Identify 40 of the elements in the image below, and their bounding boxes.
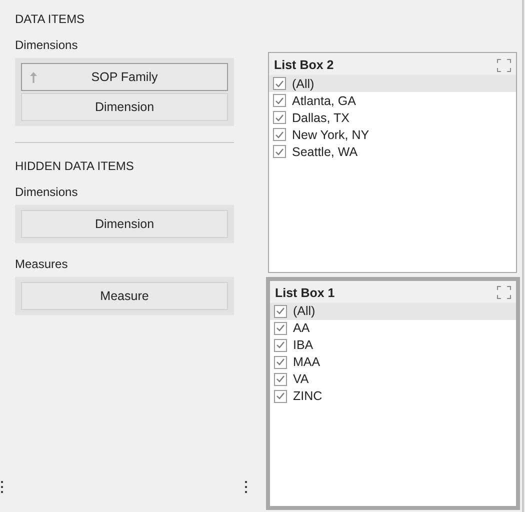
list-item[interactable]: (All) [270, 302, 516, 320]
checkbox[interactable] [274, 390, 287, 403]
data-item-button[interactable]: Dimension [21, 93, 228, 121]
expand-icon[interactable] [497, 286, 511, 300]
checkbox[interactable] [274, 356, 287, 369]
drag-handle-icon[interactable] [1, 481, 4, 494]
expand-icon[interactable] [497, 58, 511, 72]
list-item[interactable]: VA [270, 370, 516, 388]
list-item[interactable]: New York, NY [269, 126, 516, 143]
checkbox[interactable] [274, 322, 287, 335]
group-label: Measures [15, 257, 69, 271]
checkbox[interactable] [274, 372, 287, 386]
section-heading: DATA ITEMS [15, 12, 86, 26]
list-item[interactable]: Dallas, TX [269, 109, 516, 126]
list-box-title: List Box 2 [274, 58, 334, 72]
sort-arrow-icon [30, 72, 37, 83]
section-heading: HIDDEN DATA ITEMS [15, 159, 135, 173]
list-item[interactable]: AA [270, 320, 516, 337]
list-item[interactable]: (All) [269, 75, 516, 92]
list-item[interactable]: IBA [270, 336, 516, 354]
checkbox[interactable] [274, 304, 287, 318]
data-item-button[interactable]: Measure [21, 282, 228, 310]
group-label: Dimensions [15, 38, 79, 52]
checkbox[interactable] [273, 128, 286, 141]
group-label: Dimensions [15, 185, 79, 199]
list-box[interactable]: List Box 2 (All) Atlanta, GA Dallas, TX New York, NY Seattle, WA [268, 52, 517, 273]
checkbox[interactable] [274, 338, 287, 352]
checkbox[interactable] [273, 145, 286, 158]
list-item[interactable]: MAA [270, 354, 516, 371]
list-box[interactable]: List Box 1 (All) AA IBA MAA VA ZINC [266, 276, 520, 510]
list-box-title: List Box 1 [275, 286, 335, 300]
list-item[interactable]: Atlanta, GA [269, 92, 516, 109]
list-item[interactable]: Seattle, WA [269, 143, 516, 160]
checkbox[interactable] [273, 94, 286, 107]
drag-handle-icon[interactable] [245, 481, 248, 494]
checkbox[interactable] [273, 77, 286, 90]
data-item-button[interactable]: SOP Family [21, 63, 228, 91]
data-item-button[interactable]: Dimension [21, 210, 228, 238]
checkbox[interactable] [273, 111, 286, 124]
list-item[interactable]: ZINC [270, 388, 516, 405]
